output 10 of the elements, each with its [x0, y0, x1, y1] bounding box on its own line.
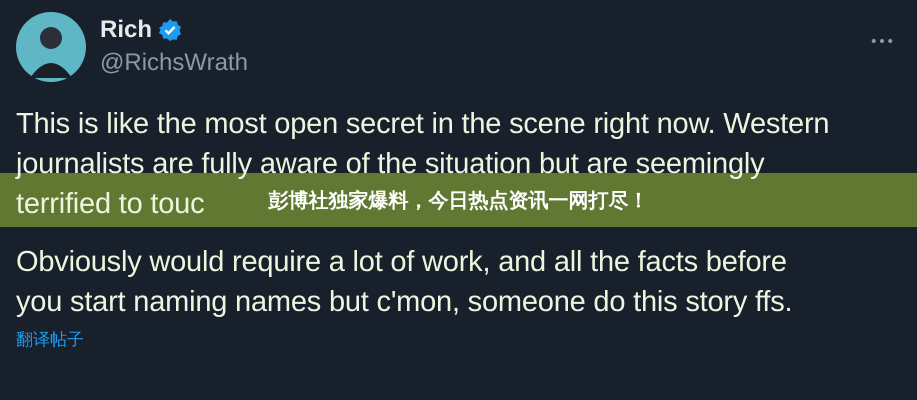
avatar[interactable] [16, 12, 86, 82]
post-text-line: journalists are fully aware of the situation but are seemingly [16, 147, 764, 182]
post-text-line: you start naming names but c'mon, someone do this story ffs. [16, 285, 792, 320]
translate-link[interactable]: 翻译帖子 [16, 328, 84, 351]
post-text-line: terrified to touc [16, 187, 204, 222]
post-text-line: This is like the most open secret in the scene right now. Western [16, 107, 830, 142]
more-options-icon[interactable] [871, 38, 893, 44]
author-name[interactable]: Rich [100, 14, 152, 46]
post-text-line: Obviously would require a lot of work, and all the facts before [16, 245, 787, 280]
author-handle[interactable]: @RichsWrath [100, 46, 248, 80]
